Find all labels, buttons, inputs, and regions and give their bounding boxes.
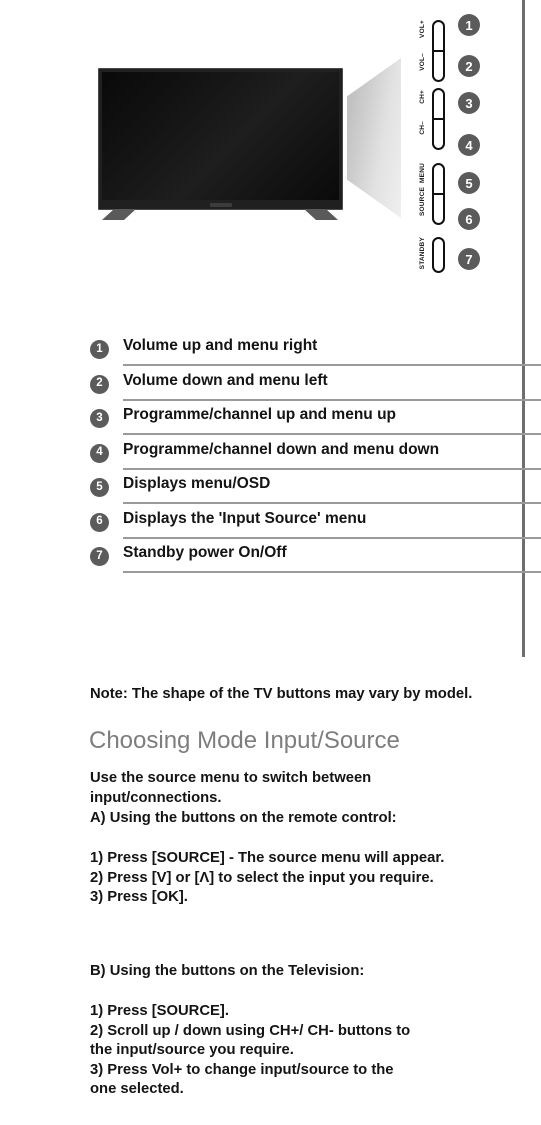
tv-stand-right [304,209,338,220]
legend-row: 5 Displays menu/OSD [90,475,541,510]
legend-text-4: Programme/channel down and menu down [123,440,440,458]
button-divider [434,118,443,120]
callout-marker-1: 1 [458,14,480,36]
legend-marker-3: 3 [90,409,109,428]
button-group-menu-source: MENU SOURCE [417,163,445,225]
legend-marker-7: 7 [90,547,109,566]
button-divider [434,193,443,195]
legend-text-5: Displays menu/OSD [123,475,271,492]
legend-underline-6 [123,536,541,539]
standby-labels: STANDBY [417,237,432,273]
button-group-standby: STANDBY [417,237,445,273]
legend-underline-1 [123,364,541,366]
note-label: Note [90,686,123,702]
tv-button-menu-source-rocker[interactable] [432,163,445,225]
tv-brand-logo [209,203,232,207]
button-legend-list: 1 Volume up and menu right 2 Volume down… [90,337,541,579]
tv-diagram: VOL+ VOL– 1 2 CH+ CH– 3 4 MENU SOURCE 5 … [0,0,541,300]
note-text: : The shape of the TV buttons may vary b… [122,686,473,702]
legend-row: 1 Volume up and menu right [90,337,541,372]
legend-row: 3 Programme/channel up and menu up [90,406,541,441]
legend-underline-5 [123,502,541,504]
button-label-ch-down: CH– [419,121,426,135]
legend-underline-2 [123,398,541,401]
legend-row: 4 Programme/channel down and menu down [90,440,541,476]
section-heading: Choosing Mode Input/Source [89,727,400,754]
intro-paragraph: Use the source menu to switch between in… [90,770,372,806]
button-group-channel: CH+ CH– [417,88,445,150]
legend-row: 7 Standby power On/Off [90,544,541,579]
tv-screen [102,72,339,200]
legend-text-7: Standby power On/Off [123,544,287,561]
legend-text-6: Displays the 'Input Source' menu [123,509,367,527]
button-group-volume: VOL+ VOL– [417,20,445,82]
television-illustration [98,68,343,220]
button-label-vol-up: VOL+ [419,20,426,38]
legend-row: 6 Displays the 'Input Source' menu [90,509,541,545]
method-a-heading: A) Using the buttons on the remote contr… [90,810,397,826]
button-divider [434,50,443,52]
legend-marker-5: 5 [90,478,109,497]
legend-underline-3 [123,433,541,435]
tv-button-standby[interactable] [432,237,445,273]
legend-text-3: Programme/channel up and menu up [123,406,397,423]
callout-marker-2: 2 [458,55,480,77]
tv-button-strip: VOL+ VOL– 1 2 CH+ CH– 3 4 MENU SOURCE 5 … [405,0,515,300]
legend-marker-6: 6 [90,512,109,532]
legend-marker-1: 1 [90,340,109,359]
channel-labels: CH+ CH– [417,88,432,150]
callout-marker-4: 4 [458,134,480,156]
callout-marker-6: 6 [458,208,480,230]
note-line: Note: The shape of the TV buttons may va… [90,686,472,702]
tv-side-panel-wedge [347,58,401,218]
method-b-heading: B) Using the buttons on the Television: [90,963,365,979]
button-label-ch-up: CH+ [419,90,426,104]
legend-underline-4 [123,467,541,470]
menu-source-labels: MENU SOURCE [417,163,432,225]
button-label-menu: MENU [419,163,426,183]
legend-row: 2 Volume down and menu left [90,371,541,407]
legend-underline-7 [123,571,541,573]
callout-marker-5: 5 [458,172,480,194]
tv-bezel [98,68,343,210]
tv-button-volume-rocker[interactable] [432,20,445,82]
legend-marker-2: 2 [90,374,109,394]
tv-stand-left [102,209,136,220]
tv-button-channel-rocker[interactable] [432,88,445,150]
legend-text-2: Volume down and menu left [123,371,328,389]
button-label-source: SOURCE [419,187,426,217]
callout-marker-7: 7 [458,248,480,270]
method-a-steps: 1) Press [SOURCE] - The source menu will… [90,850,445,905]
legend-text-1: Volume up and menu right [123,337,318,354]
volume-labels: VOL+ VOL– [417,20,432,82]
callout-marker-3: 3 [458,92,480,114]
button-label-vol-down: VOL– [419,53,426,71]
legend-marker-4: 4 [90,443,109,463]
method-b-steps: 1) Press [SOURCE]. 2) Scroll up / down u… [90,1003,411,1097]
button-label-standby: STANDBY [419,237,426,270]
